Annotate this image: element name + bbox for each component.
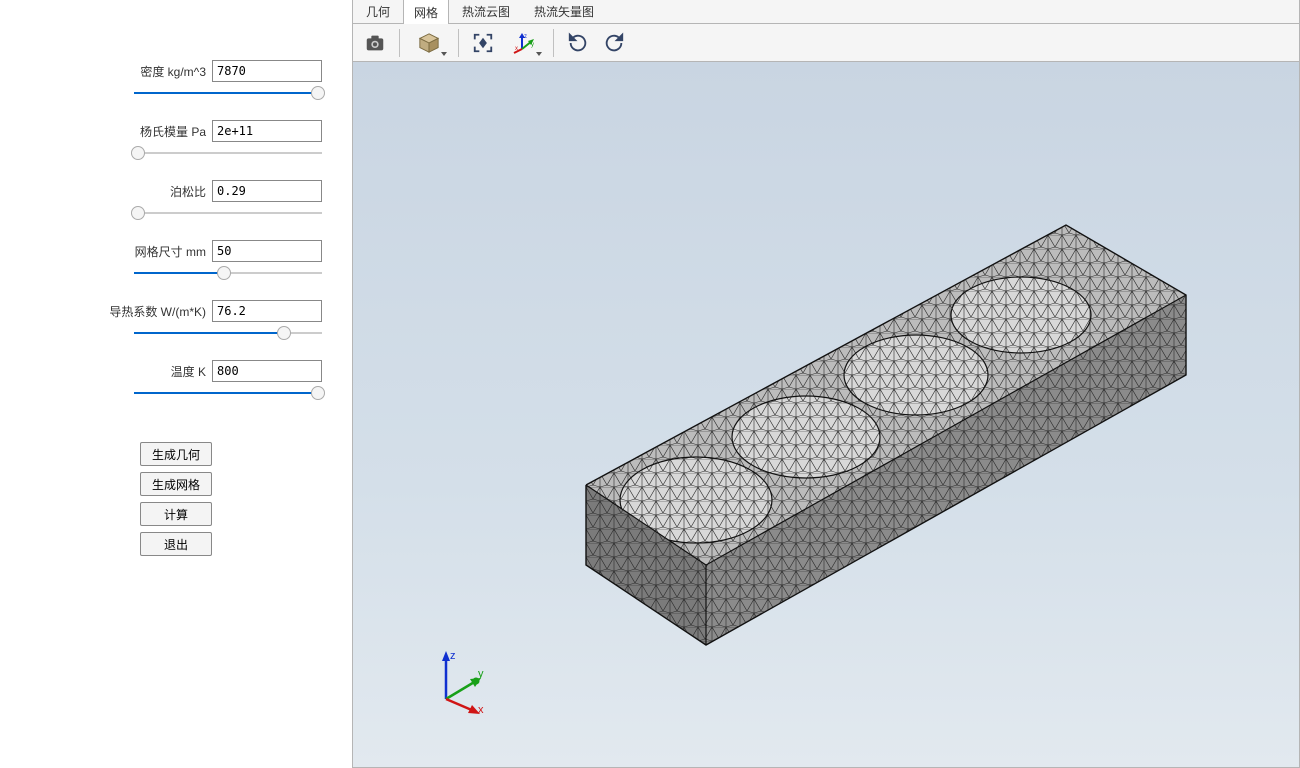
mesh-model — [446, 165, 1206, 665]
tab-heat-contour[interactable]: 热流云图 — [451, 0, 521, 23]
viewer-toolbar: zy x — [353, 24, 1299, 62]
camera-snapshot-button[interactable] — [359, 27, 391, 59]
param-row-poisson: 泊松比 — [30, 180, 322, 202]
param-row-mesh-size: 网格尺寸 mm — [30, 240, 322, 262]
axis-label-x: x — [478, 704, 484, 716]
youngs-modulus-input[interactable] — [212, 120, 322, 142]
compute-button[interactable]: 计算 — [140, 502, 212, 526]
youngs-modulus-slider[interactable] — [134, 144, 322, 162]
rotate-ccw-icon — [567, 32, 589, 54]
rotate-ccw-button[interactable] — [562, 27, 594, 59]
param-row-density: 密度 kg/m^3 — [30, 60, 322, 82]
toolbar-separator — [399, 29, 400, 57]
param-row-temperature: 温度 K — [30, 360, 322, 382]
param-row-thermal-conductivity: 导热系数 W/(m*K) — [30, 300, 322, 322]
tab-heat-vector[interactable]: 热流矢量图 — [523, 0, 605, 23]
param-label: 导热系数 W/(m*K) — [109, 303, 206, 320]
axis-label-y: y — [478, 668, 484, 680]
view-cube-button[interactable] — [408, 27, 450, 59]
3d-viewport[interactable]: z y x — [353, 62, 1299, 767]
poisson-ratio-input[interactable] — [212, 180, 322, 202]
chevron-down-icon — [441, 52, 447, 56]
tab-geometry[interactable]: 几何 — [355, 0, 401, 23]
thermal-conductivity-slider[interactable] — [134, 324, 322, 342]
camera-icon — [364, 32, 386, 54]
cube-view-icon — [418, 32, 440, 54]
param-label: 密度 kg/m^3 — [140, 63, 206, 80]
mesh-size-slider[interactable] — [134, 264, 322, 282]
axis-orient-icon: zy x — [512, 31, 536, 55]
param-label: 泊松比 — [170, 183, 206, 200]
view-tabs: 几何 网格 热流云图 热流矢量图 — [353, 0, 1299, 24]
temperature-input[interactable] — [212, 360, 322, 382]
chevron-down-icon — [536, 52, 542, 56]
svg-text:y: y — [531, 42, 534, 48]
axis-orientation-button[interactable]: zy x — [503, 27, 545, 59]
density-slider[interactable] — [134, 84, 322, 102]
rotate-cw-icon — [603, 32, 625, 54]
temperature-slider[interactable] — [134, 384, 322, 402]
toolbar-separator — [553, 29, 554, 57]
thermal-conductivity-input[interactable] — [212, 300, 322, 322]
svg-text:x: x — [515, 46, 518, 52]
param-row-youngs-modulus: 杨氏模量 Pa — [30, 120, 322, 142]
fit-view-button[interactable] — [467, 27, 499, 59]
density-input[interactable] — [212, 60, 322, 82]
generate-mesh-button[interactable]: 生成网格 — [140, 472, 212, 496]
parameter-sidebar: 密度 kg/m^3 杨氏模量 Pa 泊松比 网格尺寸 mm 导热系数 W/(m*… — [0, 0, 352, 768]
action-buttons: 生成几何 生成网格 计算 退出 — [30, 442, 322, 556]
poisson-ratio-slider[interactable] — [134, 204, 322, 222]
exit-button[interactable]: 退出 — [140, 532, 212, 556]
fit-view-icon — [472, 32, 494, 54]
param-label: 网格尺寸 mm — [135, 243, 206, 260]
param-label: 杨氏模量 Pa — [140, 123, 206, 140]
svg-text:z: z — [524, 34, 527, 40]
viewer-pane: 几何 网格 热流云图 热流矢量图 zyx — [352, 0, 1300, 768]
tab-mesh[interactable]: 网格 — [403, 0, 449, 24]
rotate-cw-button[interactable] — [598, 27, 630, 59]
orientation-triad: z y x — [428, 647, 498, 717]
mesh-size-input[interactable] — [212, 240, 322, 262]
axis-label-z: z — [450, 650, 456, 662]
generate-geometry-button[interactable]: 生成几何 — [140, 442, 212, 466]
toolbar-separator — [458, 29, 459, 57]
param-label: 温度 K — [171, 363, 206, 380]
